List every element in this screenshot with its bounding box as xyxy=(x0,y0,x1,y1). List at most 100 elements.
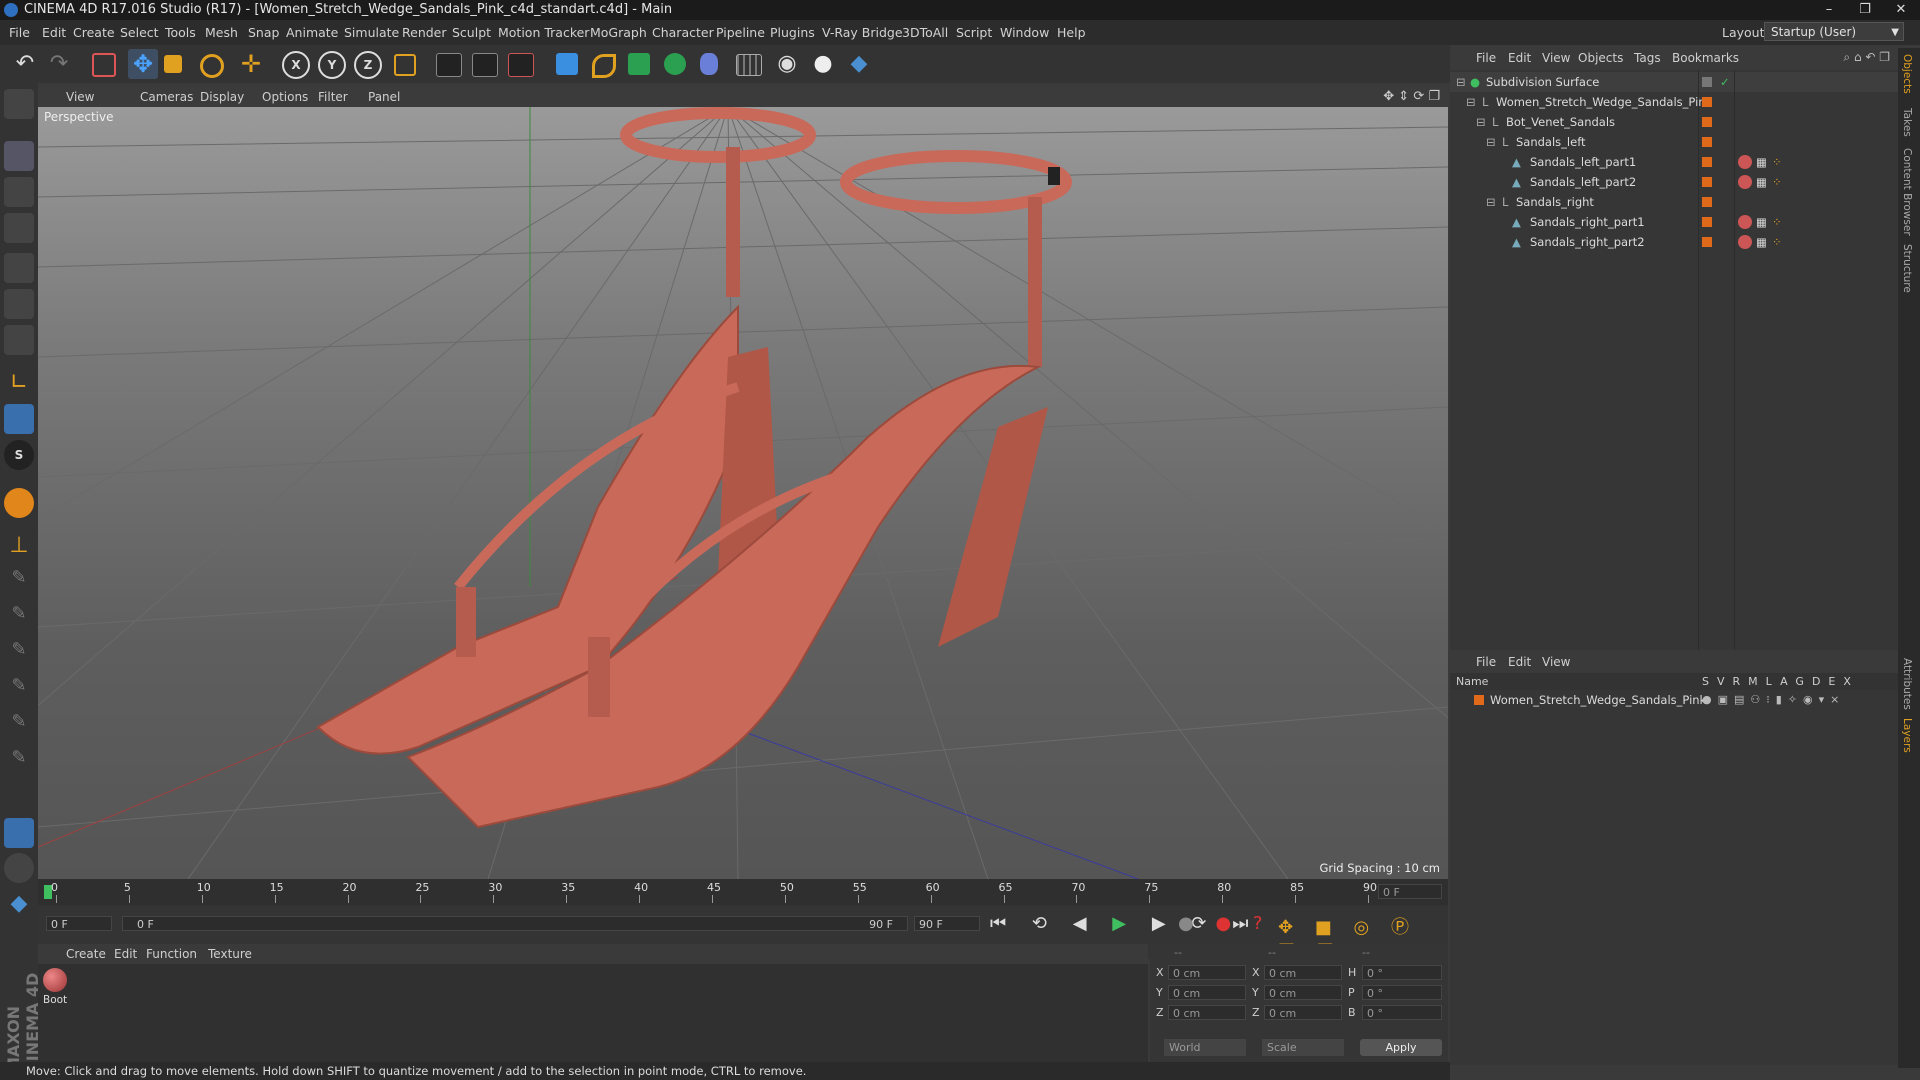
menu-mograph[interactable]: MoGraph xyxy=(590,25,647,40)
size-x-field[interactable]: 0 cm xyxy=(1264,965,1342,980)
tree-row[interactable]: ⊟ L Women_Stretch_Wedge_Sandals_Pink xyxy=(1450,92,1898,112)
menu-mesh[interactable]: Mesh xyxy=(205,25,238,40)
mat-menu-edit[interactable]: Edit xyxy=(114,947,137,961)
material-tag-icon[interactable] xyxy=(1738,215,1752,229)
light-bulb-icon[interactable]: ● xyxy=(808,49,838,79)
scale-tool-icon[interactable] xyxy=(164,55,182,73)
material-tag-icon[interactable] xyxy=(1738,175,1752,189)
brush-tool-5-icon[interactable]: ✎ xyxy=(4,711,34,741)
mat-menu-create[interactable]: Create xyxy=(66,947,106,961)
edges-mode-icon[interactable] xyxy=(4,289,34,319)
search-icon[interactable]: ⌕ ⌂ ↶ ❐ xyxy=(1843,50,1890,65)
expand-icon[interactable]: ⊟ xyxy=(1486,192,1496,212)
tab-attributes[interactable]: Attributes xyxy=(1901,658,1913,710)
tree-row[interactable]: ▲ Sandals_left_part2 ▦ ⁘ xyxy=(1450,172,1898,192)
menu-file[interactable]: File xyxy=(9,25,30,40)
expand-icon[interactable]: ⊟ xyxy=(1456,72,1466,92)
minimize-button[interactable]: – xyxy=(1814,0,1844,20)
subdivision-surface-icon[interactable] xyxy=(628,53,650,75)
timeline-ruler[interactable]: 0 5 10 15 20 25 30 35 40 45 50 55 60 65 70 75 80 85 90 0 F xyxy=(38,879,1448,905)
tree-row[interactable]: ⊟ L Sandals_right xyxy=(1450,192,1898,212)
rotate-tool-icon[interactable] xyxy=(200,54,224,78)
size-y-field[interactable]: 0 cm xyxy=(1264,985,1342,1000)
pos-z-field[interactable]: 0 cm xyxy=(1168,1005,1246,1020)
snap-icon[interactable]: S xyxy=(4,440,34,470)
z-axis-icon[interactable]: Z xyxy=(354,51,382,79)
layer-menu-file[interactable]: File xyxy=(1476,655,1496,669)
axis-mode-icon[interactable]: ∟ xyxy=(4,368,34,398)
texture-tag-icon[interactable]: ▦ xyxy=(1756,172,1767,192)
layer-toggle-icons[interactable]: ●▣▤⚇⁝▮✧◉▾⨯ xyxy=(1702,690,1845,710)
camera-icon[interactable]: ◉ xyxy=(772,49,802,79)
viewport-nav-icons[interactable]: ✥ ⇕ ⟳ ❐ xyxy=(1383,89,1440,104)
menu-3dtoall[interactable]: 3DToAll xyxy=(902,25,948,40)
make-editable-icon[interactable] xyxy=(4,89,34,119)
obj-menu-objects[interactable]: Objects xyxy=(1578,51,1623,65)
menu-sculpt[interactable]: Sculpt xyxy=(452,25,491,40)
mat-menu-texture[interactable]: Texture xyxy=(208,947,252,961)
mat-menu-function[interactable]: Function xyxy=(146,947,197,961)
menu-edit[interactable]: Edit xyxy=(42,25,66,40)
points-mode-icon[interactable] xyxy=(4,253,34,283)
array-icon[interactable] xyxy=(664,53,686,75)
menu-plugins[interactable]: Plugins xyxy=(770,25,815,40)
cube-icon[interactable] xyxy=(556,53,578,75)
rot-p-field[interactable]: 0 ° xyxy=(1362,985,1442,1000)
tab-structure[interactable]: Structure xyxy=(1901,244,1913,293)
obj-menu-edit[interactable]: Edit xyxy=(1508,51,1531,65)
tab-content-browser[interactable]: Content Browser xyxy=(1901,148,1913,236)
layout-select[interactable]: Startup (User) ▼ xyxy=(1764,22,1904,41)
layer-row[interactable]: Women_Stretch_Wedge_Sandals_Pink ●▣▤⚇⁝▮✧… xyxy=(1450,690,1898,710)
brush-tool-3-icon[interactable]: ✎ xyxy=(4,639,34,669)
workplane-icon[interactable] xyxy=(4,213,34,243)
end-frame-field[interactable]: 90 F xyxy=(914,916,980,931)
redo-icon[interactable]: ↷ xyxy=(44,49,74,79)
rot-h-field[interactable]: 0 ° xyxy=(1362,965,1442,980)
layer-swatch[interactable] xyxy=(1702,97,1712,107)
check-icon[interactable]: ✓ xyxy=(1720,72,1730,92)
menu-help[interactable]: Help xyxy=(1057,25,1086,40)
layer-swatch[interactable] xyxy=(1702,117,1712,127)
y-axis-icon[interactable]: Y xyxy=(318,51,346,79)
menu-tools[interactable]: Tools xyxy=(165,25,196,40)
x-axis-icon[interactable]: X xyxy=(282,51,310,79)
menu-window[interactable]: Window xyxy=(1000,25,1049,40)
tree-row[interactable]: ⊟ ● Subdivision Surface ✓ xyxy=(1450,72,1898,92)
polygons-mode-icon[interactable] xyxy=(4,325,34,355)
live-selection-icon[interactable] xyxy=(92,53,116,77)
menu-select[interactable]: Select xyxy=(120,25,159,40)
selection-tag-icon[interactable]: ⁘ xyxy=(1772,232,1782,252)
vp-menu-view[interactable]: View xyxy=(66,90,94,104)
tree-row[interactable]: ⊟ L Bot_Venet_Sandals xyxy=(1450,112,1898,132)
vp-menu-filter[interactable]: Filter xyxy=(318,90,348,104)
layer-swatch[interactable] xyxy=(1702,197,1712,207)
tree-row[interactable]: ⊟ L Sandals_left xyxy=(1450,132,1898,152)
pos-x-field[interactable]: 0 cm xyxy=(1168,965,1246,980)
last-tool-icon[interactable]: ✛ xyxy=(236,49,266,79)
layer-menu-edit[interactable]: Edit xyxy=(1508,655,1531,669)
close-button[interactable]: ✕ xyxy=(1886,0,1916,20)
expand-icon[interactable]: ⊟ xyxy=(1486,132,1496,152)
floor-grid-icon[interactable] xyxy=(736,54,762,76)
python-script-icon[interactable]: ◆ xyxy=(4,889,34,919)
menu-character[interactable]: Character xyxy=(652,25,714,40)
obj-menu-file[interactable]: File xyxy=(1476,51,1496,65)
tab-layers[interactable]: Layers xyxy=(1901,718,1913,753)
pos-y-field[interactable]: 0 cm xyxy=(1168,985,1246,1000)
coord-system-select[interactable]: World xyxy=(1164,1039,1246,1056)
maximize-button[interactable]: ❐ xyxy=(1850,0,1880,20)
brush-tool-6-icon[interactable]: ✎ xyxy=(4,747,34,777)
layer-swatch[interactable] xyxy=(1702,237,1712,247)
texture-tag-icon[interactable]: ▦ xyxy=(1756,232,1767,252)
menu-simulate[interactable]: Simulate xyxy=(344,25,399,40)
menu-motion-tracker[interactable]: Motion Tracker xyxy=(498,25,589,40)
edit-render-settings-icon[interactable] xyxy=(508,53,534,77)
move-tool-icon[interactable]: ✥ xyxy=(128,49,158,79)
brush-tool-2-icon[interactable]: ✎ xyxy=(4,603,34,633)
paint-icon[interactable] xyxy=(4,853,34,883)
coordinate-system-icon[interactable] xyxy=(394,54,416,76)
model-mode-icon[interactable] xyxy=(4,141,34,171)
grid-lock-icon[interactable] xyxy=(4,818,34,848)
menu-pipeline[interactable]: Pipeline xyxy=(716,25,765,40)
python-icon[interactable]: ◆ xyxy=(844,49,874,79)
